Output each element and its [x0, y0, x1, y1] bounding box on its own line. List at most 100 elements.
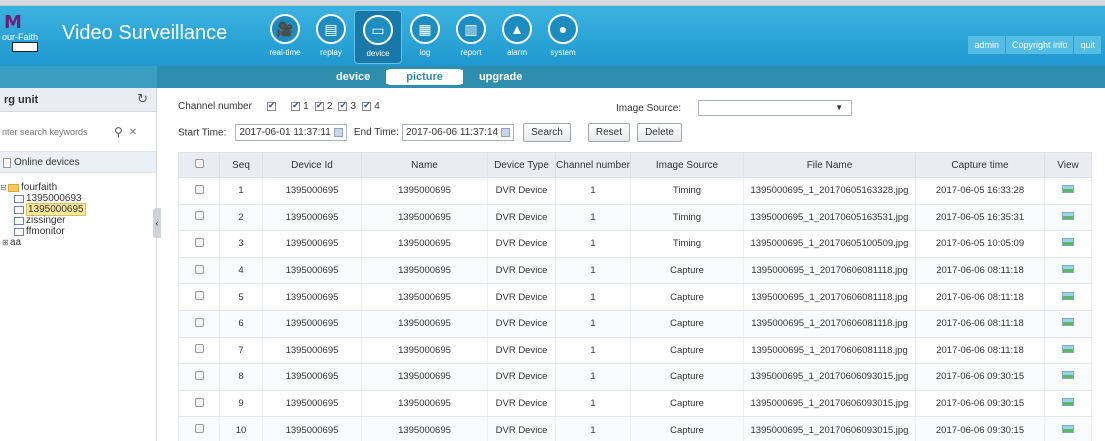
nav-label: device — [366, 49, 390, 58]
image-view-icon[interactable] — [1062, 185, 1074, 194]
cell-seq: 7 — [219, 337, 263, 365]
table-row[interactable]: 5 1395000695 1395000695 DVR Device 1 Capture 1… — [178, 283, 1092, 311]
nav-alarm[interactable]: ▲ alarm — [494, 10, 540, 64]
cell-file: 1395000695_1_20170606081118.jpg — [743, 257, 916, 285]
row-checkbox[interactable] — [194, 344, 204, 354]
row-checkbox[interactable] — [194, 291, 204, 301]
app-header: M our-Faith Video Surveillance 🎥 real-tim… — [0, 6, 1105, 66]
cell-name: 1395000695 — [361, 337, 488, 365]
row-checkbox[interactable] — [194, 370, 204, 380]
admin-button[interactable]: admin — [968, 36, 1005, 54]
row-checkbox[interactable] — [194, 424, 204, 434]
tree-node[interactable]: zissinger — [0, 215, 86, 226]
calendar-icon[interactable] — [333, 127, 343, 137]
start-time-field[interactable]: 2017-06-01 11:37:11 — [235, 124, 347, 141]
expand-toggle-icon[interactable]: ⊞ — [2, 237, 10, 248]
table-row[interactable]: 1 1395000695 1395000695 DVR Device 1 Timing 13… — [178, 177, 1092, 205]
image-view-icon[interactable] — [1062, 211, 1074, 220]
table-row[interactable]: 4 1395000695 1395000695 DVR Device 1 Capture 1… — [178, 257, 1092, 285]
table-row[interactable]: 7 1395000695 1395000695 DVR Device 1 Capture 1… — [178, 337, 1092, 365]
tab-device[interactable]: device — [320, 71, 386, 83]
delete-button[interactable]: Delete — [637, 123, 682, 142]
table-row[interactable]: 8 1395000695 1395000695 DVR Device 1 Capture 1… — [178, 363, 1092, 391]
cell-type: DVR Device — [487, 204, 556, 232]
cell-name: 1395000695 — [361, 310, 488, 338]
cell-source: Capture — [630, 363, 744, 391]
select-all-checkbox[interactable] — [194, 159, 204, 168]
all-channels-checkbox[interactable] — [267, 100, 276, 111]
reset-button[interactable]: Reset — [587, 123, 631, 142]
collapse-toggle-icon[interactable]: ⊟ — [0, 182, 8, 193]
table-row[interactable]: 9 1395000695 1395000695 DVR Device 1 Capture 1… — [178, 390, 1092, 418]
cell-device-id: 1395000695 — [262, 416, 362, 441]
sub-nav-bar: device picture upgrade — [0, 66, 1105, 88]
col-channel-number: Channel number — [555, 152, 631, 178]
row-checkbox[interactable] — [194, 317, 204, 327]
image-view-icon[interactable] — [1062, 371, 1074, 380]
end-time-field[interactable]: 2017-06-06 11:37:14 — [401, 124, 515, 141]
tree-node[interactable]: ffmonitor — [0, 226, 86, 237]
image-view-icon[interactable] — [1062, 238, 1074, 247]
clear-icon[interactable]: ✕ — [129, 127, 137, 138]
image-view-icon[interactable] — [1062, 291, 1074, 300]
row-checkbox[interactable] — [194, 184, 204, 194]
cell-seq: 5 — [219, 283, 263, 311]
cell-type: DVR Device — [487, 363, 556, 391]
picture-table: Seq Device Id Name Device Type Channel n… — [178, 152, 1092, 441]
channel-4-checkbox[interactable] — [362, 100, 372, 111]
calendar-icon[interactable] — [501, 127, 511, 137]
nav-system[interactable]: ● system — [540, 10, 586, 64]
cell-device-id: 1395000695 — [262, 230, 362, 258]
cell-file: 1395000695_1_20170605163531.jpg — [743, 204, 916, 232]
table-row[interactable]: 10 1395000695 1395000695 DVR Device 1 Capture… — [178, 416, 1092, 441]
cell-name: 1395000695 — [361, 230, 488, 258]
table-row[interactable]: 6 1395000695 1395000695 DVR Device 1 Capture 1… — [178, 310, 1092, 338]
table-row[interactable]: 2 1395000695 1395000695 DVR Device 1 Timing 13… — [178, 204, 1092, 232]
image-view-icon[interactable] — [1062, 398, 1074, 407]
channel-1-checkbox[interactable] — [291, 100, 301, 111]
tree-node[interactable]: ⊞ aa — [0, 237, 86, 248]
cell-seq: 4 — [219, 257, 263, 285]
row-checkbox[interactable] — [194, 237, 204, 247]
cell-channel: 1 — [555, 310, 631, 338]
cell-time: 2017-06-06 09:30:15 — [915, 390, 1045, 418]
channel-3-checkbox[interactable] — [338, 100, 348, 111]
cell-time: 2017-06-05 10:05:09 — [915, 230, 1045, 258]
tree-node-root[interactable]: ⊟ fourfaith — [0, 182, 86, 193]
nav-log[interactable]: ▦ log — [402, 10, 448, 64]
folder-icon — [8, 183, 19, 192]
cell-source: Timing — [630, 230, 744, 258]
quit-button[interactable]: quit — [1074, 36, 1101, 54]
nav-device[interactable]: ▭ device — [354, 10, 402, 64]
row-checkbox[interactable] — [194, 397, 204, 407]
cell-channel: 1 — [555, 283, 631, 311]
search-icon[interactable]: ⚲ — [114, 125, 123, 139]
cell-file: 1395000695_1_20170606093015.jpg — [743, 363, 916, 391]
collapse-sidebar-icon[interactable]: ‹ — [153, 208, 161, 238]
cell-name: 1395000695 — [361, 257, 488, 285]
channel-2-checkbox[interactable] — [314, 100, 324, 111]
refresh-icon[interactable]: ↻ — [137, 91, 148, 107]
copyright-info-button[interactable]: Copyright info — [1005, 36, 1074, 54]
monitor-icon — [14, 216, 24, 225]
image-source-select[interactable]: ▼ — [698, 100, 853, 116]
nav-real-time[interactable]: 🎥 real-time — [262, 10, 308, 64]
tab-picture[interactable]: picture — [388, 69, 461, 85]
row-checkbox[interactable] — [194, 264, 204, 274]
row-checkbox[interactable] — [194, 211, 204, 221]
cell-file: 1395000695_1_20170606081118.jpg — [743, 337, 916, 365]
image-view-icon[interactable] — [1062, 318, 1074, 327]
image-view-icon[interactable] — [1062, 424, 1074, 433]
cell-file: 1395000695_1_20170606081118.jpg — [743, 310, 916, 338]
tree-node-selected[interactable]: 1395000695 — [0, 203, 86, 216]
search-button[interactable]: Search — [523, 123, 571, 142]
nav-replay[interactable]: ▤ replay — [308, 10, 354, 64]
online-devices-header[interactable]: Online devices — [0, 151, 156, 173]
table-row[interactable]: 3 1395000695 1395000695 DVR Device 1 Timing 13… — [178, 230, 1092, 258]
cell-device-id: 1395000695 — [262, 204, 362, 232]
nav-report[interactable]: ▥ report — [448, 10, 494, 64]
search-input[interactable] — [2, 123, 110, 141]
tab-upgrade[interactable]: upgrade — [463, 71, 538, 83]
image-view-icon[interactable] — [1062, 265, 1074, 274]
image-view-icon[interactable] — [1062, 344, 1074, 353]
